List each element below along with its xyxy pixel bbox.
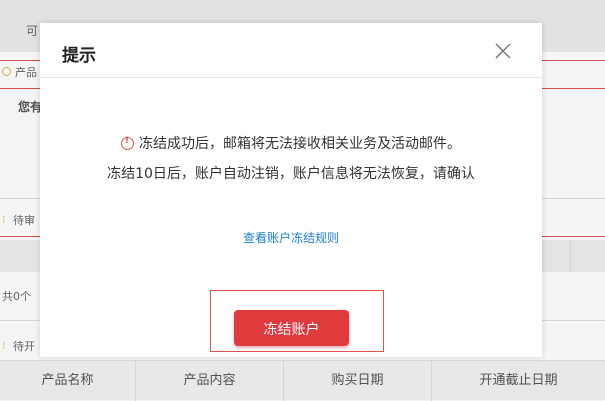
dialog-divider xyxy=(40,77,542,78)
freeze-account-dialog: 提示 冻结成功后，邮箱将无法接收相关业务及活动邮件。 冻结10日后，账户自动注销… xyxy=(40,23,542,357)
dialog-message-line2: 冻结10日后，账户自动注销，账户信息将无法恢复，请确认 xyxy=(107,166,475,182)
dialog-message-line1: 冻结成功后，邮箱将无法接收相关业务及活动邮件。 xyxy=(40,133,542,153)
dialog-title: 提示 xyxy=(62,46,96,66)
freeze-account-button[interactable]: 冻结账户 xyxy=(234,310,349,346)
warning-icon xyxy=(121,136,134,150)
freeze-rules-link[interactable]: 查看账户冻结规则 xyxy=(40,229,542,246)
message-line1-text: 冻结成功后，邮箱将无法接收相关业务及活动邮件。 xyxy=(139,136,461,152)
close-icon[interactable] xyxy=(492,40,514,62)
